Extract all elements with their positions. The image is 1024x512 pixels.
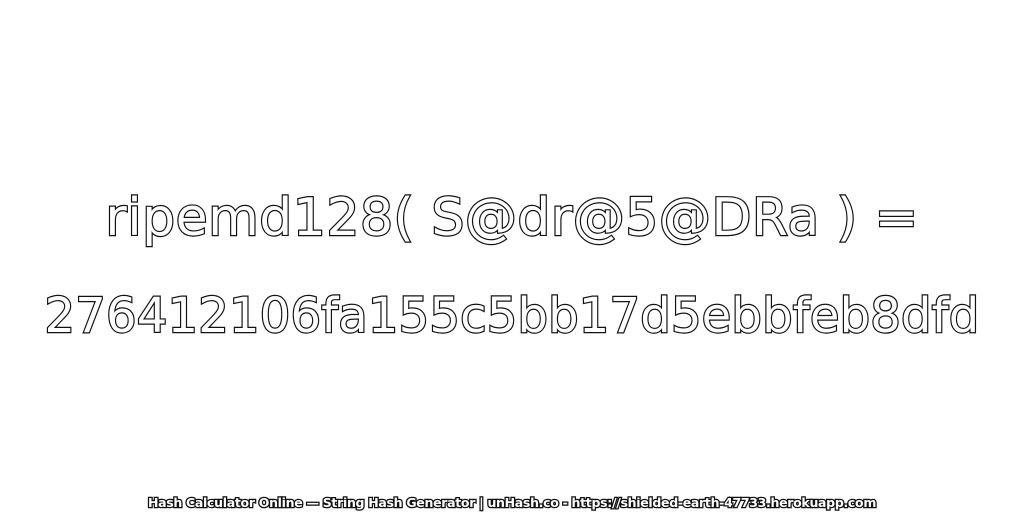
hash-result-canvas: ripemd128( S@dr@5@DRa ) = 276412106fa155…: [0, 0, 1024, 512]
footer-credit: Hash Calculator Online — String Hash Gen…: [147, 495, 878, 510]
hash-value: 276412106fa155c5bb17d5ebbfeb8dfd: [43, 288, 980, 344]
hash-expression: ripemd128( S@dr@5@DRa ) =: [104, 188, 919, 248]
